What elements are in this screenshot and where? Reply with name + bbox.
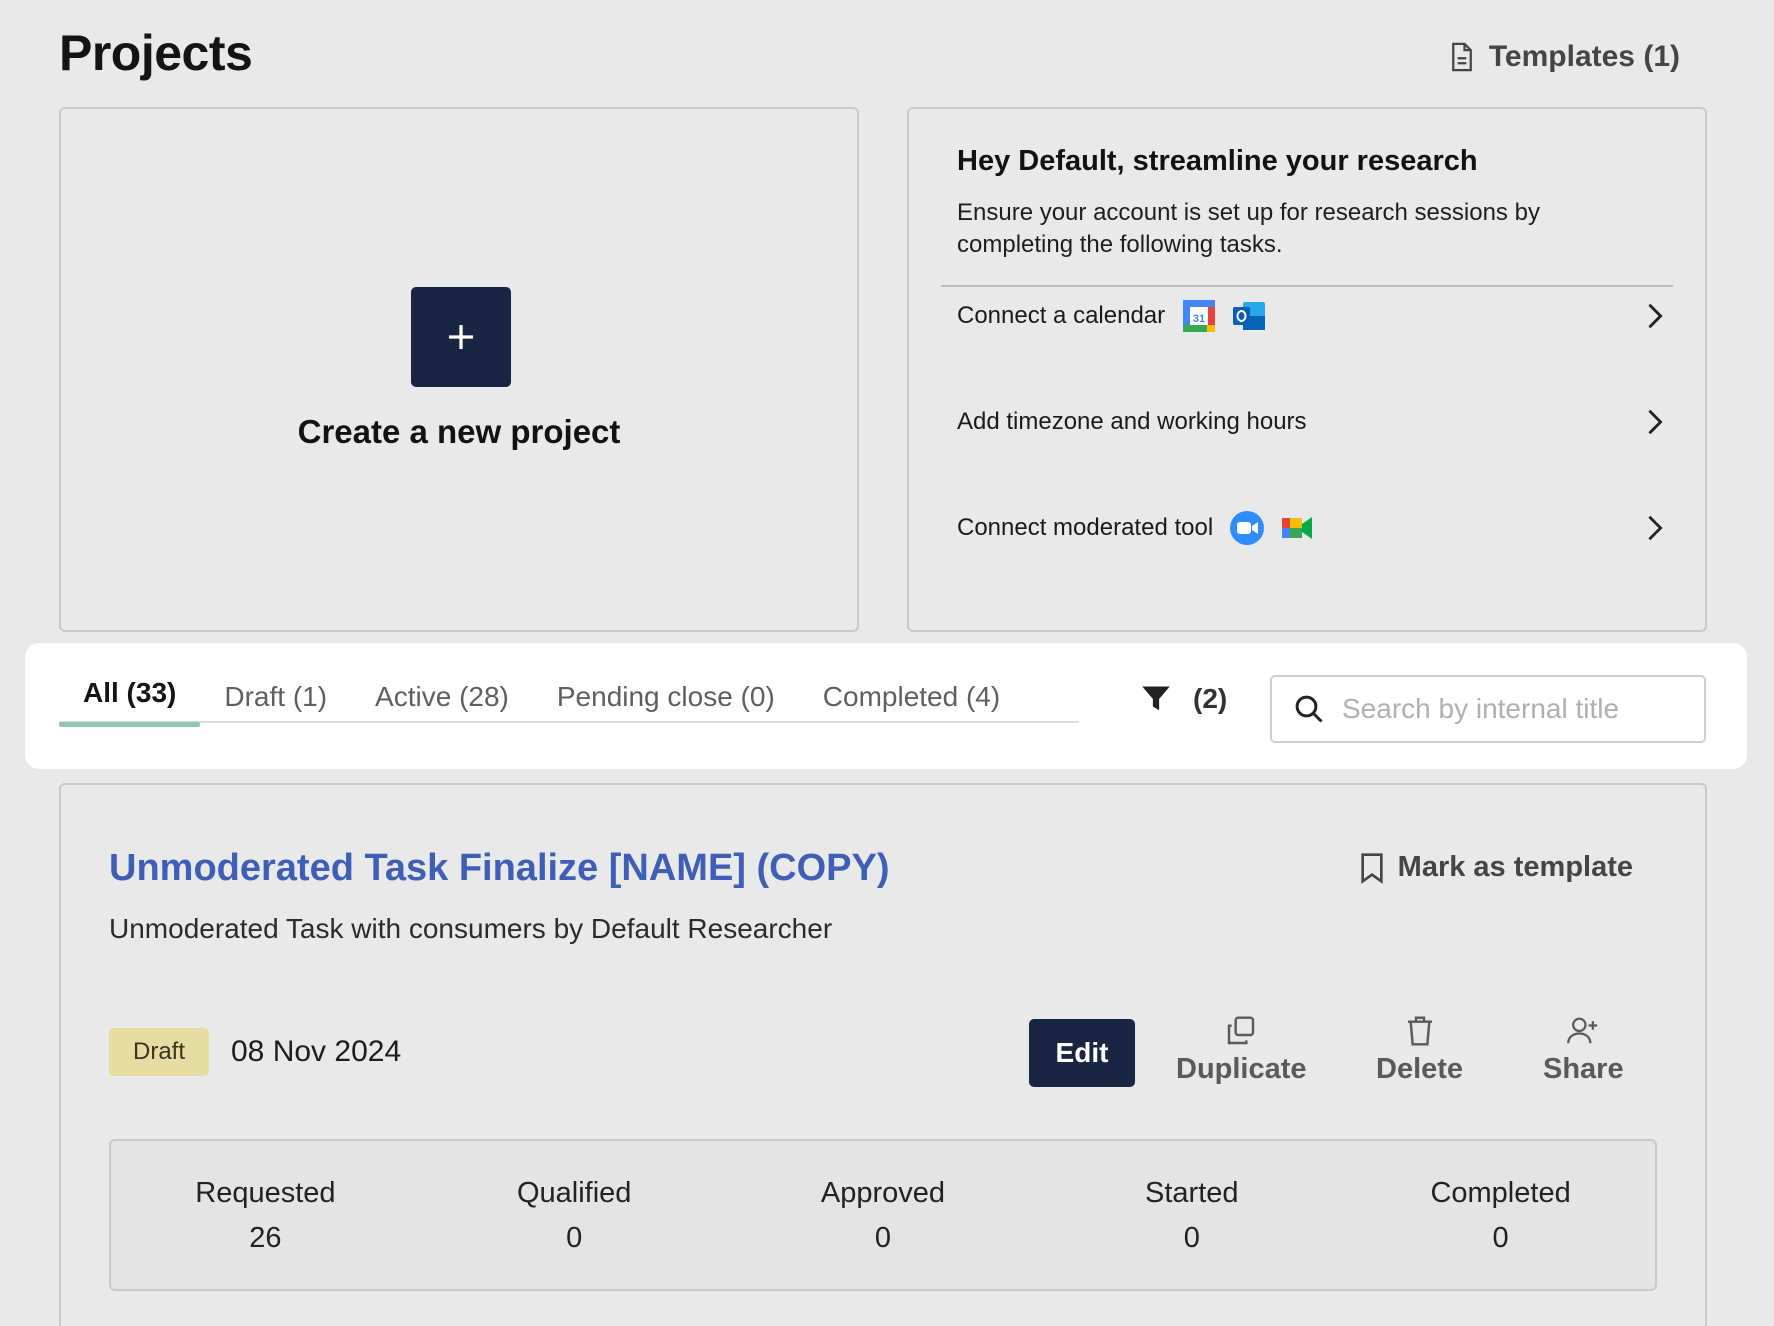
create-project-label: Create a new project bbox=[297, 413, 621, 450]
stat-value: 0 bbox=[1183, 1222, 1200, 1254]
setup-description: Ensure your account is set up for resear… bbox=[957, 199, 1540, 258]
stat-requested: Requested 26 bbox=[111, 1141, 420, 1289]
filter-button[interactable]: (2) bbox=[1141, 683, 1227, 715]
search-input[interactable] bbox=[1342, 693, 1682, 725]
trash-icon bbox=[1407, 1016, 1432, 1046]
create-project-card[interactable]: Create a new project bbox=[59, 107, 859, 632]
bookmark-icon bbox=[1361, 852, 1383, 884]
chevron-right-icon bbox=[1648, 409, 1663, 435]
stat-label: Qualified bbox=[516, 1177, 632, 1209]
google-meet-icon bbox=[1282, 517, 1313, 539]
setup-title: Hey Default, streamline your research bbox=[957, 145, 1478, 177]
templates-label: Templates (1) bbox=[1488, 40, 1680, 73]
stat-label: Completed bbox=[1430, 1177, 1571, 1209]
create-project-button[interactable] bbox=[411, 287, 511, 387]
mark-as-template-label: Mark as template bbox=[1397, 851, 1633, 883]
setup-card: Hey Default, streamline your research En… bbox=[907, 107, 1707, 632]
document-icon bbox=[1451, 42, 1472, 72]
edit-button[interactable]: Edit bbox=[1029, 1019, 1135, 1087]
outlook-icon bbox=[1233, 302, 1266, 330]
templates-link[interactable]: Templates (1) bbox=[1449, 40, 1680, 74]
share-button[interactable]: Share bbox=[1543, 1015, 1624, 1086]
stat-value: 0 bbox=[874, 1222, 892, 1254]
project-title-link[interactable]: Unmoderated Task Finalize [NAME] (COPY) bbox=[109, 847, 890, 890]
task-connect-moderated-tool[interactable]: Connect moderated tool bbox=[957, 498, 1665, 558]
duplicate-icon bbox=[1228, 1016, 1255, 1045]
tab-pending-close[interactable]: Pending close (0) bbox=[533, 671, 799, 723]
stat-approved: Approved 0 bbox=[729, 1141, 1038, 1289]
filter-bar: All (33) Draft (1) Active (28) Pending c… bbox=[25, 643, 1747, 769]
delete-label: Delete bbox=[1376, 1053, 1464, 1085]
project-card: Unmoderated Task Finalize [NAME] (COPY) … bbox=[59, 783, 1707, 1326]
task-timezone-hours[interactable]: Add timezone and working hours bbox=[957, 392, 1665, 452]
task-label: Connect moderated tool bbox=[957, 514, 1214, 541]
stat-value: 26 bbox=[249, 1222, 282, 1254]
filter-icon bbox=[1142, 686, 1170, 711]
stat-value: 0 bbox=[1492, 1222, 1509, 1254]
stat-completed: Completed 0 bbox=[1346, 1141, 1655, 1289]
task-connect-calendar[interactable]: Connect a calendar 31 bbox=[957, 286, 1665, 346]
stat-label: Requested bbox=[195, 1177, 336, 1209]
stat-label: Approved bbox=[820, 1177, 946, 1209]
delete-button[interactable]: Delete bbox=[1376, 1015, 1463, 1086]
share-label: Share bbox=[1543, 1053, 1624, 1085]
chevron-right-icon bbox=[1648, 303, 1663, 329]
tab-active[interactable]: Active (28) bbox=[351, 671, 533, 723]
chevron-right-icon bbox=[1648, 515, 1663, 541]
plus-icon bbox=[449, 325, 473, 349]
stat-qualified: Qualified 0 bbox=[420, 1141, 729, 1289]
tab-all[interactable]: All (33) bbox=[59, 671, 201, 727]
search-box[interactable] bbox=[1270, 675, 1706, 743]
search-icon bbox=[1295, 695, 1323, 723]
tab-draft[interactable]: Draft (1) bbox=[200, 671, 351, 723]
status-badge: Draft bbox=[109, 1028, 210, 1076]
task-label: Connect a calendar bbox=[957, 302, 1166, 329]
google-calendar-icon: 31 bbox=[1183, 300, 1216, 332]
tab-completed[interactable]: Completed (4) bbox=[799, 671, 1024, 723]
stat-value: 0 bbox=[566, 1222, 583, 1254]
stat-label: Started bbox=[1145, 1177, 1239, 1209]
svg-text:31: 31 bbox=[1193, 313, 1205, 325]
project-date: 08 Nov 2024 bbox=[231, 1035, 402, 1068]
zoom-icon bbox=[1230, 511, 1265, 545]
mark-as-template-button[interactable]: Mark as template bbox=[1360, 851, 1633, 884]
duplicate-label: Duplicate bbox=[1176, 1053, 1307, 1085]
page-title: Projects bbox=[59, 25, 253, 81]
duplicate-button[interactable]: Duplicate bbox=[1176, 1015, 1307, 1086]
status-tabs: All (33) Draft (1) Active (28) Pending c… bbox=[59, 671, 1079, 727]
project-subtitle: Unmoderated Task with consumers by Defau… bbox=[109, 913, 833, 944]
stat-started: Started 0 bbox=[1037, 1141, 1346, 1289]
filter-count: (2) bbox=[1193, 683, 1228, 714]
project-stats: Requested 26 Qualified 0 Approved 0 Star… bbox=[109, 1139, 1657, 1291]
add-user-icon bbox=[1567, 1017, 1598, 1044]
task-label: Add timezone and working hours bbox=[957, 408, 1307, 435]
